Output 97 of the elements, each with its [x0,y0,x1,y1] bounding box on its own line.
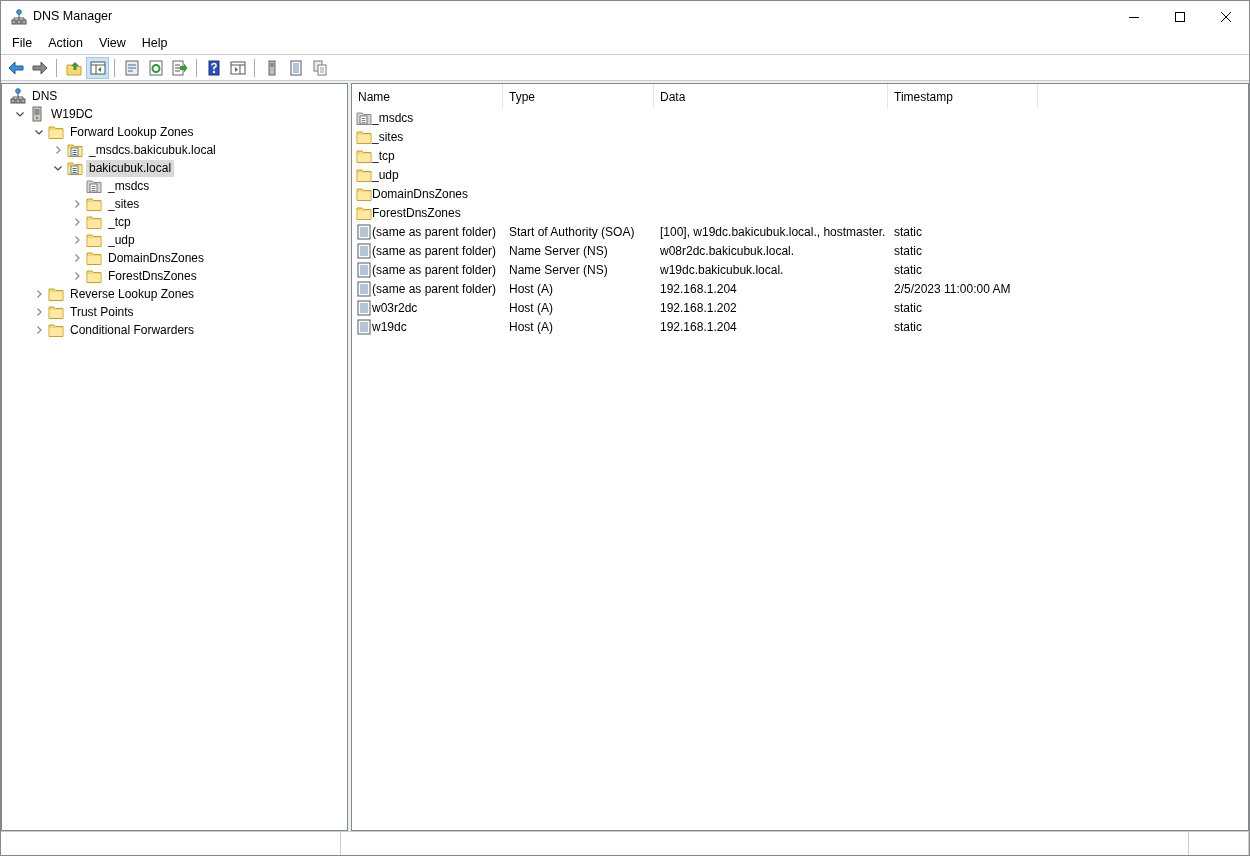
list-document-icon [356,242,372,259]
properties-icon [123,59,140,76]
record-name[interactable]: ForestDnsZones [372,203,461,222]
refresh-icon [147,59,164,76]
tree-item[interactable]: Conditional Forwarders [67,321,198,339]
folder-icon [86,250,102,266]
forward-arrow-icon [31,59,48,76]
record-type: Start of Authority (SOA) [509,224,635,239]
column-header[interactable]: Timestamp [888,84,1038,108]
menu-item[interactable]: View [90,33,134,53]
record-data: 192.168.1.202 [660,300,737,315]
folder-icon [356,185,372,202]
help-icon [205,59,222,76]
folder-icon [86,196,102,212]
folder-icon [86,214,102,230]
window-title: DNS Manager [33,8,113,26]
back-arrow-icon [7,59,24,76]
tree-item[interactable]: _sites [105,195,143,213]
list-document-icon [356,299,372,316]
tree-item[interactable]: DomainDnsZones [105,249,208,267]
chevron-down-icon [14,109,25,119]
folder-icon [48,124,64,140]
network-icon [11,9,27,26]
folder-icon [356,204,372,221]
list-document-icon [356,223,372,240]
column-header[interactable]: Data [654,84,888,108]
record-name[interactable]: (same as parent folder) [372,222,497,241]
menu-item[interactable]: File [4,33,41,53]
tree-item[interactable]: bakicubuk.local [86,159,175,177]
column-header[interactable]: Type [503,84,654,108]
chevron-down-icon [33,127,44,137]
record-name[interactable]: (same as parent folder) [372,279,497,298]
zone-folder-icon [67,142,83,158]
close-icon [1221,11,1231,22]
record-timestamp: 2/5/2023 11:00:00 AM [894,281,1011,296]
list-document-icon [356,261,372,278]
folder-icon [356,166,372,183]
folder-up-icon [65,59,82,76]
folder-icon [356,147,372,164]
record-data: [100], w19dc.bakicubuk.local., hostmaster. [660,224,886,239]
record-type: Name Server (NS) [509,262,608,277]
pane-toggle-icon [229,59,246,76]
tree-item[interactable]: DNS [29,87,61,105]
record-name[interactable]: (same as parent folder) [372,241,497,260]
tree-item[interactable]: ForestDnsZones [105,267,200,285]
menu-item[interactable]: Action [40,33,91,53]
tree-item[interactable]: W19DC [48,105,96,123]
record-data: w08r2dc.bakicubuk.local. [660,243,795,258]
record-name[interactable]: DomainDnsZones [372,184,469,203]
column-header[interactable]: Name [352,84,503,108]
folder-icon [356,128,372,145]
folder-icon [48,322,64,338]
export-list-icon [171,59,188,76]
record-type: Host (A) [509,281,553,296]
delegation-folder-icon [356,109,372,126]
record-name[interactable]: _udp [372,165,399,184]
tree-item[interactable]: Trust Points [67,303,137,321]
pane-toggle-icon [89,59,106,76]
record-timestamp: static [894,319,922,334]
chevron-down-icon [52,163,63,173]
tree-item[interactable]: Reverse Lookup Zones [67,285,198,303]
record-data: 192.168.1.204 [660,281,737,296]
zone-folder-icon [67,160,83,176]
record-name[interactable]: _tcp [372,146,395,165]
tree-item[interactable]: _tcp [105,213,134,231]
folder-icon [86,232,102,248]
record-data: w19dc.bakicubuk.local. [660,262,784,277]
folder-icon [48,304,64,320]
record-name[interactable]: (same as parent folder) [372,260,497,279]
server-icon [29,106,45,122]
record-name[interactable]: w03r2dc [372,298,418,317]
tree-item[interactable]: _msdcs.bakicubuk.local [86,141,219,159]
list-document-icon [356,280,372,297]
record-timestamp: static [894,300,922,315]
maximize-icon [1175,11,1185,22]
tree-item[interactable]: _udp [105,231,138,249]
toolbar-button[interactable] [86,56,109,79]
folder-icon [86,268,102,284]
folder-icon [48,286,64,302]
record-name[interactable]: w19dc [372,317,407,336]
record-timestamp: static [894,243,922,258]
tree-item[interactable]: _msdcs [105,177,153,195]
record-name[interactable]: _msdcs [372,108,414,127]
record-name[interactable]: _sites [372,127,404,146]
tree-item[interactable]: Forward Lookup Zones [67,123,197,141]
network-icon [10,88,26,104]
record-data: 192.168.1.204 [660,319,737,334]
list-document-icon [287,59,304,76]
delegation-folder-icon [86,178,102,194]
record-timestamp: static [894,262,922,277]
record-timestamp: static [894,224,922,239]
menu-item[interactable]: Help [133,33,176,53]
record-type: Name Server (NS) [509,243,608,258]
record-type: Host (A) [509,319,553,334]
list-document-icon [356,318,372,335]
record-type: Host (A) [509,300,553,315]
copy-icon [311,59,328,76]
